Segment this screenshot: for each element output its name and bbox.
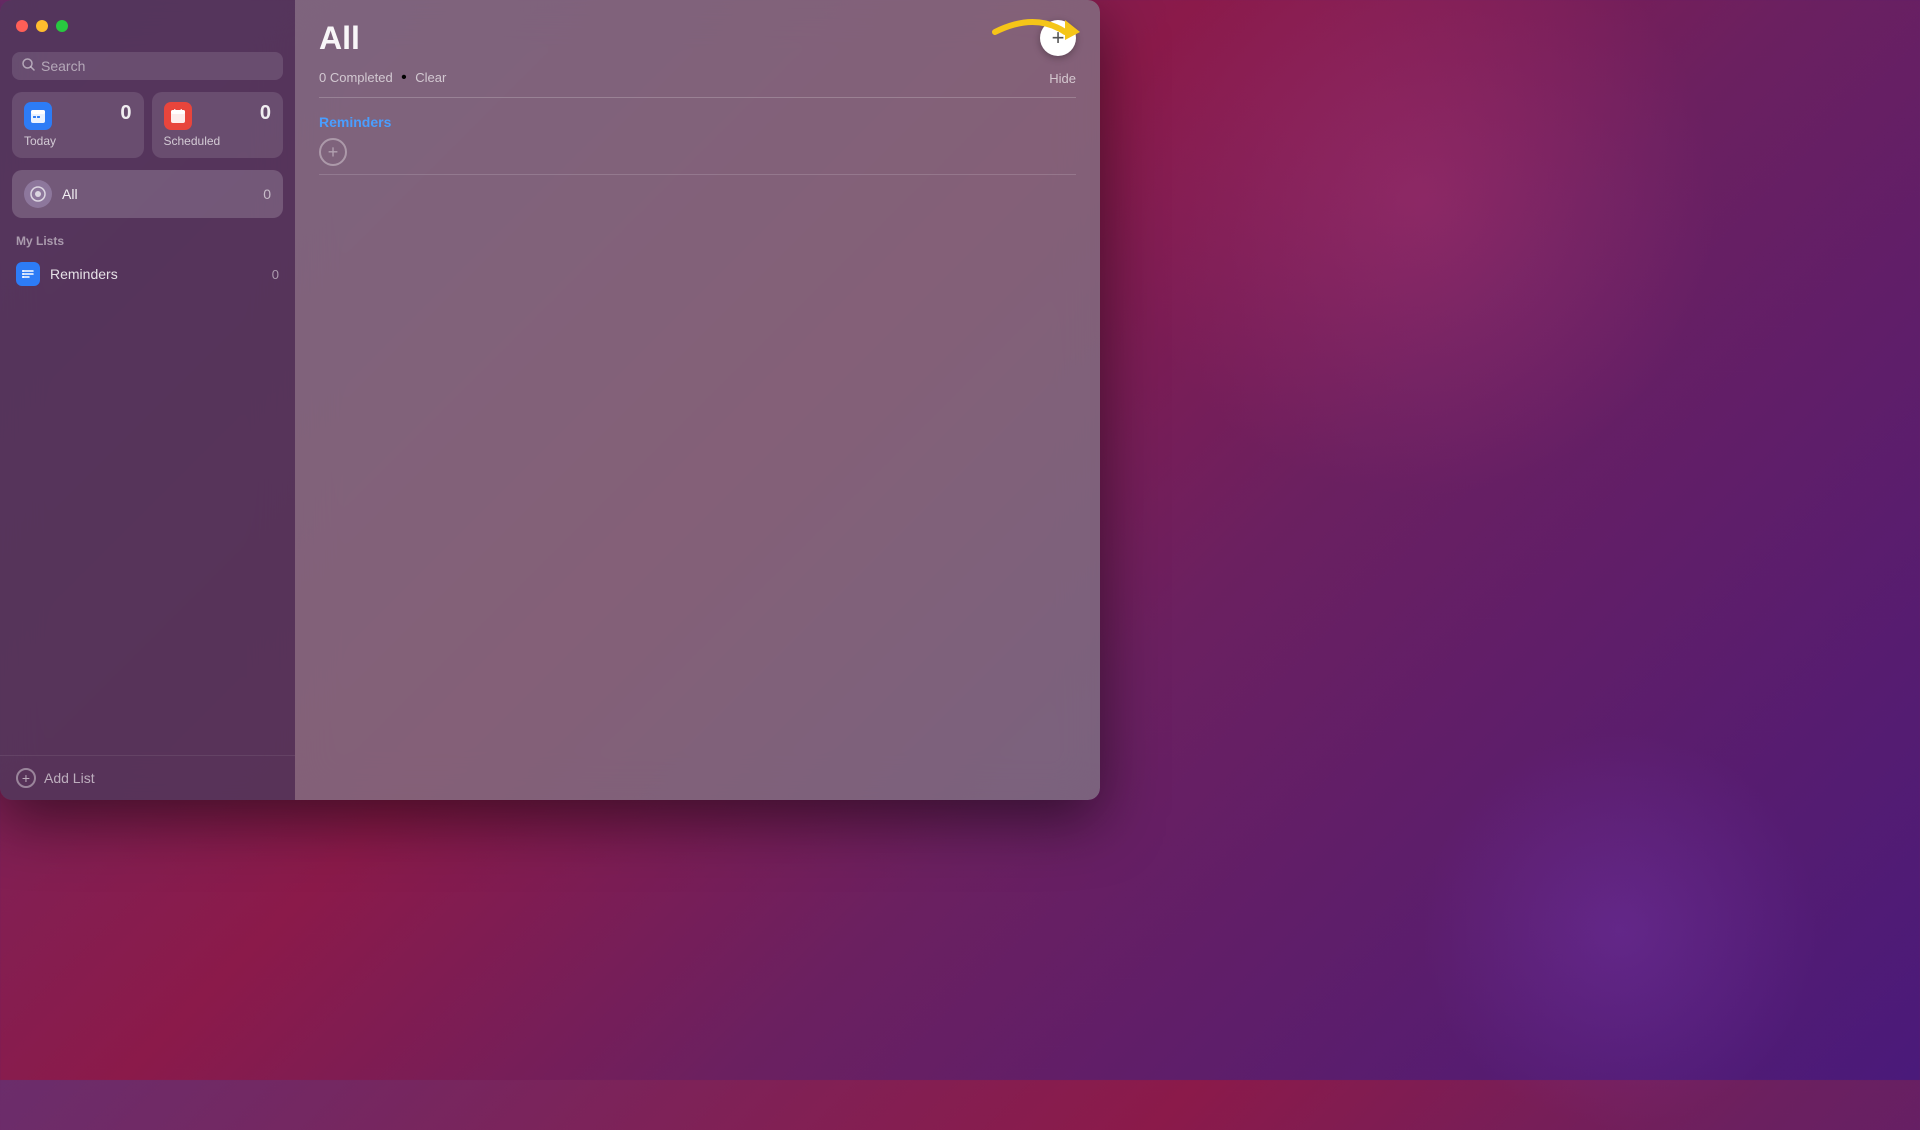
- reminders-section-title: Reminders: [319, 114, 1076, 130]
- scheduled-card-header: 0: [164, 102, 272, 130]
- reminders-list-count: 0: [272, 267, 279, 282]
- bg-decoration-2: [1420, 730, 1820, 1130]
- scheduled-count: 0: [260, 102, 271, 125]
- minimize-button[interactable]: [36, 20, 48, 32]
- titlebar: [0, 0, 295, 52]
- bg-decoration-1: [1120, 0, 1720, 500]
- add-reminder-inline-button[interactable]: +: [319, 138, 347, 166]
- close-button[interactable]: [16, 20, 28, 32]
- today-label: Today: [24, 134, 132, 148]
- completed-count-text: 0 Completed: [319, 70, 393, 85]
- today-card-header: 0: [24, 102, 132, 130]
- today-icon: [24, 102, 52, 130]
- today-count: 0: [120, 102, 131, 125]
- search-placeholder: Search: [41, 58, 85, 74]
- all-item[interactable]: All 0: [12, 170, 283, 218]
- completed-bar: 0 Completed • Clear Hide: [295, 69, 1100, 97]
- reminders-section: Reminders +: [295, 98, 1100, 175]
- search-bar[interactable]: Search: [12, 52, 283, 80]
- reminders-list-label: Reminders: [50, 266, 262, 282]
- all-count: 0: [263, 186, 271, 202]
- smart-card-today[interactable]: 0 Today: [12, 92, 144, 158]
- all-label: All: [62, 186, 253, 202]
- hide-button[interactable]: Hide: [1049, 71, 1076, 86]
- my-lists-section: My Lists Reminders 0: [0, 226, 295, 755]
- add-reminder-button[interactable]: +: [1040, 20, 1076, 56]
- clear-button[interactable]: Clear: [415, 70, 446, 85]
- scheduled-label: Scheduled: [164, 134, 272, 148]
- main-header: All +: [295, 0, 1100, 69]
- main-content: All + 0 Completed • Clear Hide Reminders…: [295, 0, 1100, 800]
- app-window: Search 0 Today: [0, 0, 1100, 800]
- list-item-reminders[interactable]: Reminders 0: [12, 254, 283, 294]
- maximize-button[interactable]: [56, 20, 68, 32]
- scheduled-icon: [164, 102, 192, 130]
- sidebar: Search 0 Today: [0, 0, 295, 800]
- my-lists-header: My Lists: [12, 234, 283, 248]
- main-title: All: [319, 20, 360, 57]
- smart-card-scheduled[interactable]: 0 Scheduled: [152, 92, 284, 158]
- all-icon: [24, 180, 52, 208]
- smart-lists-container: 0 Today 0 Scheduled: [0, 92, 295, 170]
- completed-info: 0 Completed • Clear: [319, 69, 446, 87]
- reminders-divider: [319, 174, 1076, 175]
- add-list-label: Add List: [44, 770, 95, 786]
- reminders-list-icon: [16, 262, 40, 286]
- add-list-icon: +: [16, 768, 36, 788]
- separator: •: [401, 69, 407, 86]
- add-list-button[interactable]: + Add List: [0, 755, 295, 800]
- search-icon: [22, 58, 35, 74]
